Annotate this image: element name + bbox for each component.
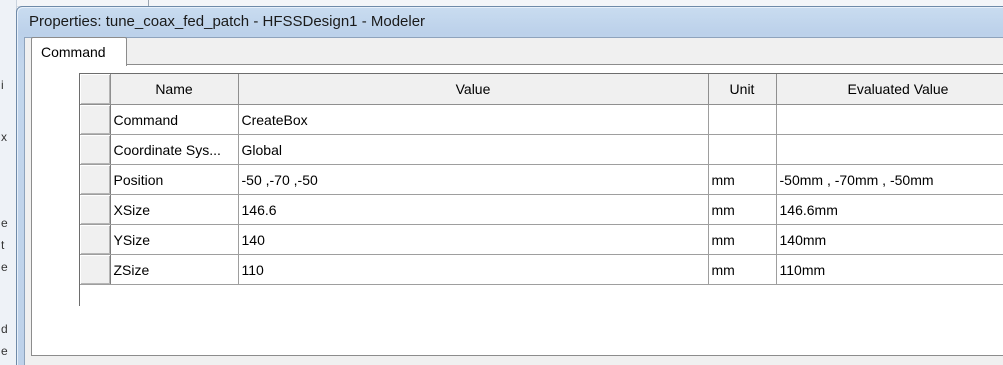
property-value[interactable]: 110	[238, 254, 709, 285]
property-value[interactable]: 146.6	[238, 194, 709, 225]
row-header-corner[interactable]	[80, 74, 111, 105]
row-selector[interactable]	[80, 134, 111, 165]
property-name: Position	[110, 164, 239, 195]
background-text-fragment: i	[1, 78, 4, 92]
property-evaluated-value	[776, 134, 1003, 165]
properties-table: Name Value Unit Evaluated Value Command …	[80, 74, 1003, 285]
property-value[interactable]: -50 ,-70 ,-50	[238, 164, 709, 195]
property-name: YSize	[110, 224, 239, 255]
tab-command-label: Command	[41, 44, 106, 60]
property-unit[interactable]: mm	[708, 224, 777, 255]
property-unit[interactable]: mm	[708, 254, 777, 285]
background-text-fragment: d	[1, 322, 8, 336]
dialog-title: Properties: tune_coax_fed_patch - HFSSDe…	[29, 13, 426, 30]
background-text-fragment: e	[1, 260, 8, 274]
row-selector[interactable]	[80, 164, 111, 195]
property-unit[interactable]	[708, 134, 777, 165]
property-name: ZSize	[110, 254, 239, 285]
property-unit[interactable]: mm	[708, 194, 777, 225]
property-name: Coordinate Sys...	[110, 134, 239, 165]
column-header-evaluated-value[interactable]: Evaluated Value	[776, 74, 1003, 105]
column-header-value[interactable]: Value	[238, 74, 709, 105]
table-row[interactable]: ZSize 110 mm 110mm	[80, 254, 1003, 285]
property-unit[interactable]: mm	[708, 164, 777, 195]
property-evaluated-value	[776, 104, 1003, 135]
property-name: XSize	[110, 194, 239, 225]
column-header-name[interactable]: Name	[110, 74, 239, 105]
property-evaluated-value: 140mm	[776, 224, 1003, 255]
properties-dialog: Properties: tune_coax_fed_patch - HFSSDe…	[16, 6, 1003, 365]
table-row[interactable]: YSize 140 mm 140mm	[80, 224, 1003, 255]
property-evaluated-value: -50mm , -70mm , -50mm	[776, 164, 1003, 195]
dialog-title-bar[interactable]: Properties: tune_coax_fed_patch - HFSSDe…	[17, 7, 1003, 37]
background-window-strip: i x e t e d e	[0, 0, 17, 365]
property-value[interactable]: Global	[238, 134, 709, 165]
row-selector[interactable]	[80, 254, 111, 285]
tab-command[interactable]: Command	[31, 37, 127, 66]
property-evaluated-value: 110mm	[776, 254, 1003, 285]
table-row[interactable]: XSize 146.6 mm 146.6mm	[80, 194, 1003, 225]
background-text-fragment: e	[1, 216, 8, 230]
property-evaluated-value: 146.6mm	[776, 194, 1003, 225]
property-value[interactable]: 140	[238, 224, 709, 255]
column-header-unit[interactable]: Unit	[708, 74, 777, 105]
property-value[interactable]: CreateBox	[238, 104, 709, 135]
table-row[interactable]: Coordinate Sys... Global	[80, 134, 1003, 165]
property-unit[interactable]	[708, 104, 777, 135]
background-text-fragment: t	[1, 238, 5, 252]
screen: i x e t e d e Properties: tune_coax_fed_…	[0, 0, 1003, 365]
background-text-fragment: e	[1, 344, 8, 358]
row-selector[interactable]	[80, 194, 111, 225]
background-text-fragment: x	[1, 130, 7, 144]
property-name: Command	[110, 104, 239, 135]
table-header-row: Name Value Unit Evaluated Value	[80, 74, 1003, 105]
table-row[interactable]: Position -50 ,-70 ,-50 mm -50mm , -70mm …	[80, 164, 1003, 195]
row-selector[interactable]	[80, 104, 111, 135]
row-selector[interactable]	[80, 224, 111, 255]
table-row[interactable]: Command CreateBox	[80, 104, 1003, 135]
properties-grid: Name Value Unit Evaluated Value Command …	[79, 73, 1003, 306]
